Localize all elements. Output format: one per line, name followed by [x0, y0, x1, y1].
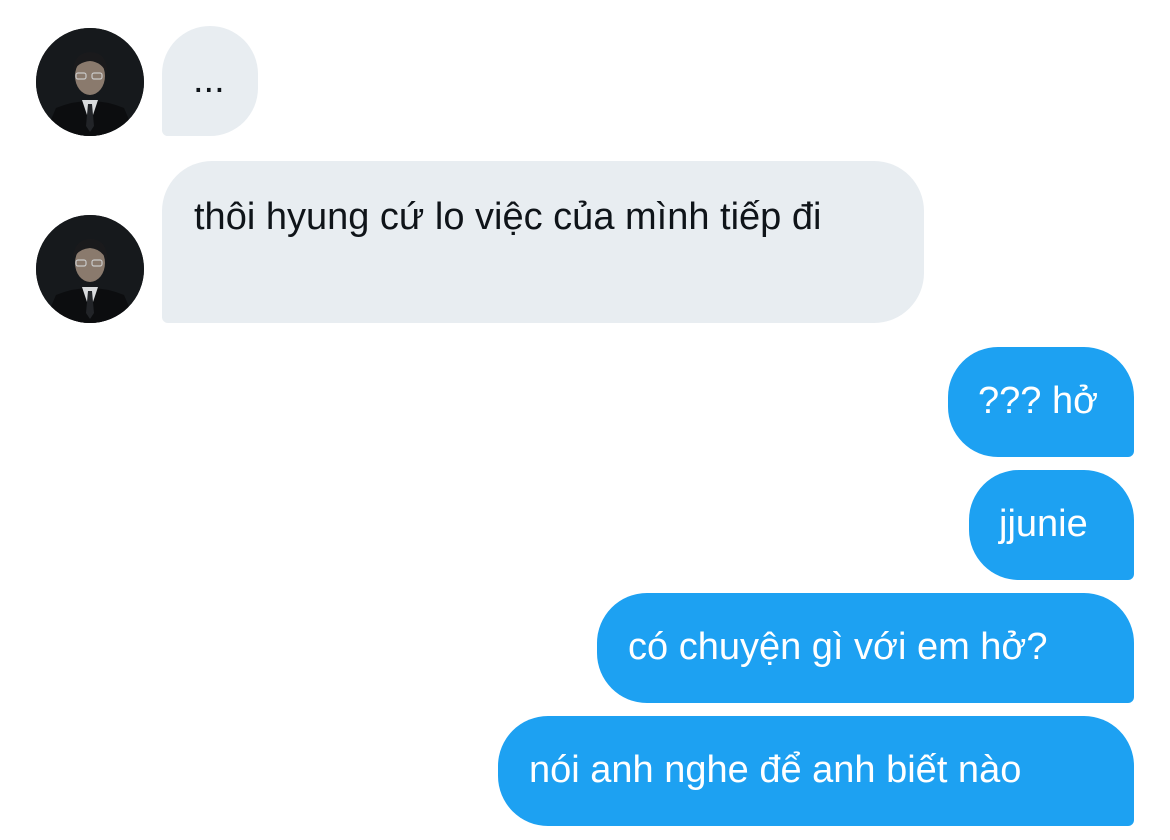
- user-avatar[interactable]: [36, 28, 144, 136]
- message-text: nói anh nghe để anh biết nào: [529, 749, 1022, 791]
- outgoing-message-bubble[interactable]: có chuyện gì với em hở?: [597, 593, 1134, 703]
- message-text: ??? hở: [978, 380, 1099, 422]
- incoming-message-bubble[interactable]: thôi hyung cứ lo việc của mình tiếp đi: [162, 161, 924, 323]
- incoming-message-bubble[interactable]: ...: [162, 26, 258, 136]
- outgoing-message-bubble[interactable]: nói anh nghe để anh biết nào: [498, 716, 1134, 826]
- outgoing-message-bubble[interactable]: jjunie: [969, 470, 1134, 580]
- message-text: có chuyện gì với em hở?: [628, 626, 1048, 668]
- message-text: ...: [193, 59, 225, 101]
- message-text: jjunie: [999, 503, 1088, 545]
- user-avatar[interactable]: [36, 215, 144, 323]
- incoming-message-row: thôi hyung cứ lo việc của mình tiếp đi: [36, 161, 924, 323]
- message-text: thôi hyung cứ lo việc của mình tiếp đi: [194, 196, 822, 238]
- user-photo-avatar-icon: [36, 28, 144, 136]
- message-thread: ... thôi hyung cứ lo việc của mình tiếp …: [0, 0, 1170, 840]
- user-photo-avatar-icon: [36, 215, 144, 323]
- outgoing-message-bubble[interactable]: ??? hở: [948, 347, 1134, 457]
- incoming-message-row: ...: [36, 26, 258, 136]
